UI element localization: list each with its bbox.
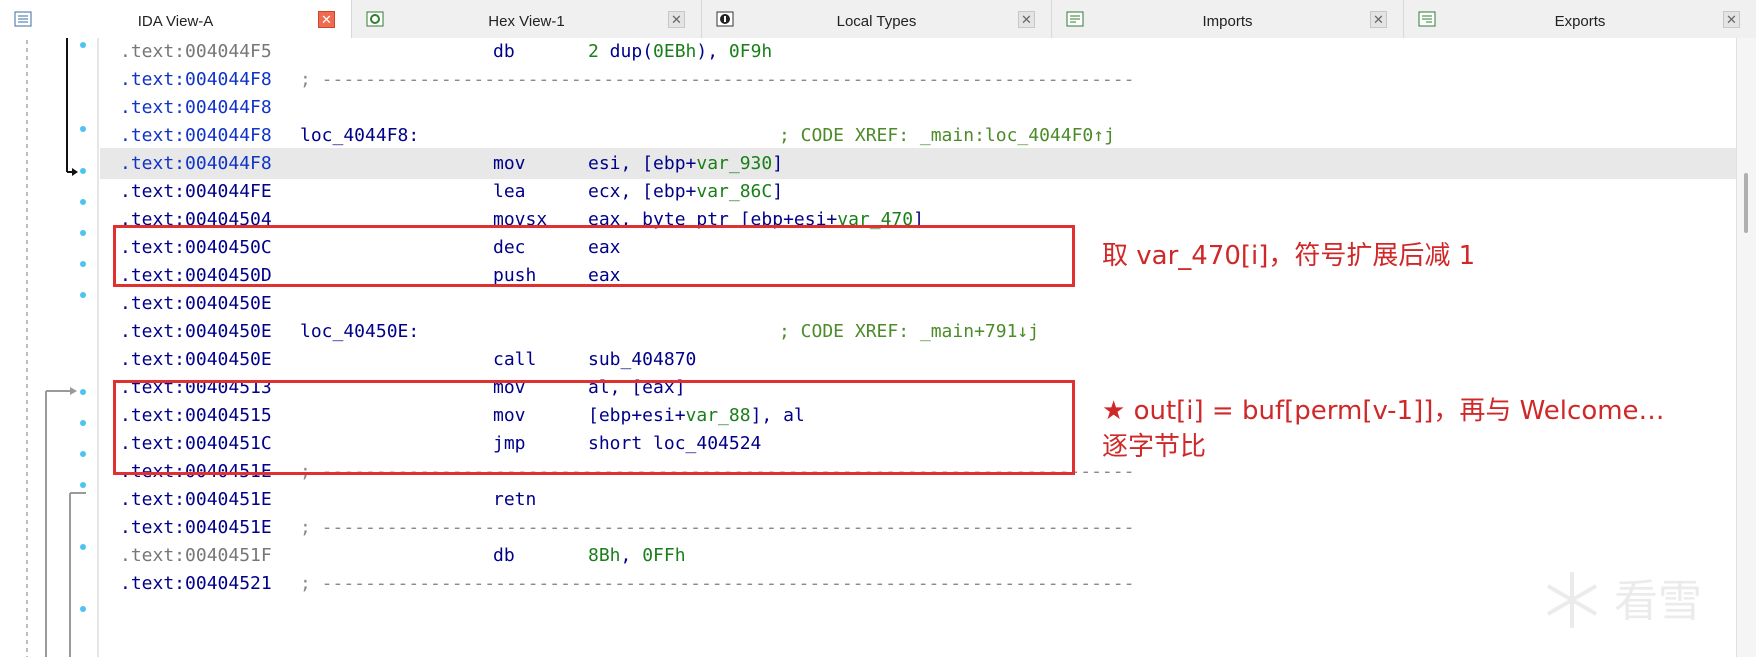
operands[interactable]: esi, [ebp+var_930] (588, 148, 783, 179)
mnemonic[interactable]: retn (493, 484, 536, 515)
listing-row[interactable]: .text:004044F8 loc_4044F8: ; CODE XREF: _m… (100, 120, 1736, 151)
scrollbar-thumb[interactable] (1744, 173, 1748, 233)
tab-label: Imports (1202, 13, 1253, 30)
separator-comment: ; --------------------------------------… (300, 69, 1135, 90)
listing-row[interactable]: .text:0040451E ; ------------------------… (100, 512, 1736, 543)
listing-address[interactable]: .text:0040450E (120, 288, 272, 319)
tab-ida-view-a[interactable]: IDA View-A ✕ (0, 0, 352, 38)
flow-dot (80, 168, 86, 174)
mnemonic[interactable]: mov (493, 148, 526, 179)
disassembly-listing[interactable]: .text:004044F5 db 2 dup(0EBh), 0F9h .text:0… (100, 38, 1736, 657)
listing-address[interactable]: .text:0040450E (120, 344, 272, 375)
listing-row[interactable]: .text:00404521 ; ------------------------… (100, 568, 1736, 599)
flow-dot (80, 261, 86, 267)
code-label[interactable]: loc_4044F8: (300, 120, 419, 151)
annotation-note-2-line-1: ★ out[i] = buf[perm[v-1]]，再与 Welcome… (1102, 396, 1665, 426)
listing-address[interactable]: .text:0040451E (120, 512, 272, 543)
listing-row[interactable]: .text:0040450E loc_40450E: ; CODE XREF: _m… (100, 316, 1736, 347)
separator-comment: ; --------------------------------------… (300, 517, 1135, 538)
close-icon[interactable]: ✕ (318, 11, 335, 28)
operands[interactable]: 8Bh, 0FFh (588, 540, 686, 571)
flow-dot (80, 230, 86, 236)
mnemonic[interactable]: db (493, 36, 515, 67)
close-icon[interactable]: ✕ (1370, 11, 1387, 28)
operands[interactable]: 2 dup(0EBh), 0F9h (588, 36, 772, 67)
listing-row[interactable]: .text:004044FE lea ecx, [ebp+var_86C] (100, 176, 1736, 207)
listing-row[interactable]: .text:004044F5 db 2 dup(0EBh), 0F9h (100, 36, 1736, 67)
tab-exports[interactable]: Exports ✕ (1404, 0, 1756, 38)
xref-comment[interactable]: ; CODE XREF: _main:loc_4044F0↑j (779, 120, 1115, 151)
operands[interactable]: ecx, [ebp+var_86C] (588, 176, 783, 207)
separator-comment: ; --------------------------------------… (300, 573, 1135, 594)
flow-dot (80, 42, 86, 48)
annotation-box-1 (113, 225, 1075, 287)
tab-label: Hex View-1 (488, 13, 565, 30)
listing-address[interactable]: .text:00404521 (120, 568, 272, 599)
close-icon[interactable]: ✕ (668, 11, 685, 28)
listing-row[interactable]: .text:004044F8 mov esi, [ebp+var_930] (100, 148, 1736, 179)
mnemonic[interactable]: db (493, 540, 515, 571)
flow-dot (80, 482, 86, 488)
tab-label: IDA View-A (137, 13, 214, 30)
listing-row[interactable]: .text:004044F8 (100, 92, 1736, 123)
flow-dot (80, 292, 86, 298)
operands[interactable]: sub_404870 (588, 344, 696, 375)
listing-address[interactable]: .text:004044F8 (120, 92, 272, 123)
listing-address[interactable]: .text:004044FE (120, 176, 272, 207)
gutter-separator (97, 38, 99, 657)
annotation-box-2 (113, 380, 1075, 475)
tab-bar: IDA View-A ✕ Hex View-1 ✕ Local Types ✕ … (0, 0, 1756, 38)
tab-hex-view-1[interactable]: Hex View-1 ✕ (352, 0, 702, 38)
annotation-note-1: 取 var_470[i]，符号扩展后减 1 (1102, 241, 1476, 271)
close-icon[interactable]: ✕ (1723, 11, 1740, 28)
listing-address[interactable]: .text:004044F8 (120, 120, 272, 151)
listing-address[interactable]: .text:004044F8 (120, 64, 272, 95)
code-label[interactable]: loc_40450E: (300, 316, 419, 347)
flow-dot (80, 199, 86, 205)
tab-label: Exports (1554, 13, 1606, 30)
listing-address[interactable]: .text:004044F5 (120, 36, 272, 67)
listing-row[interactable]: .text:0040450E call sub_404870 (100, 344, 1736, 375)
mnemonic[interactable]: lea (493, 176, 526, 207)
watermark-logo: 看雪 (1540, 560, 1740, 640)
flow-dot (80, 126, 86, 132)
flow-dot (80, 544, 86, 550)
listing-row[interactable]: .text:004044F8 ; ------------------------… (100, 64, 1736, 95)
xref-comment[interactable]: ; CODE XREF: _main+791↓j (779, 316, 1039, 347)
listing-address[interactable]: .text:0040451E (120, 484, 272, 515)
tab-local-types[interactable]: Local Types ✕ (702, 0, 1052, 38)
flow-dot (80, 389, 86, 395)
watermark-text: 看雪 (1614, 576, 1702, 627)
listing-row[interactable]: .text:0040451F db 8Bh, 0FFh (100, 540, 1736, 571)
listing-row[interactable]: .text:0040451E retn (100, 484, 1736, 515)
mnemonic[interactable]: call (493, 344, 536, 375)
listing-address[interactable]: .text:0040451F (120, 540, 272, 571)
close-icon[interactable]: ✕ (1018, 11, 1035, 28)
flow-dot (80, 420, 86, 426)
listing-address[interactable]: .text:004044F8 (120, 148, 272, 179)
tab-imports[interactable]: Imports ✕ (1052, 0, 1404, 38)
flow-dot (80, 451, 86, 457)
annotation-note-2-line-2: 逐字节比 (1102, 432, 1207, 462)
listing-address[interactable]: .text:0040450E (120, 316, 272, 347)
tab-label: Local Types (836, 13, 917, 30)
listing-row[interactable]: .text:0040450E (100, 288, 1736, 319)
snowflake-icon: 看雪 (1546, 572, 1702, 628)
flow-dot (80, 606, 86, 612)
